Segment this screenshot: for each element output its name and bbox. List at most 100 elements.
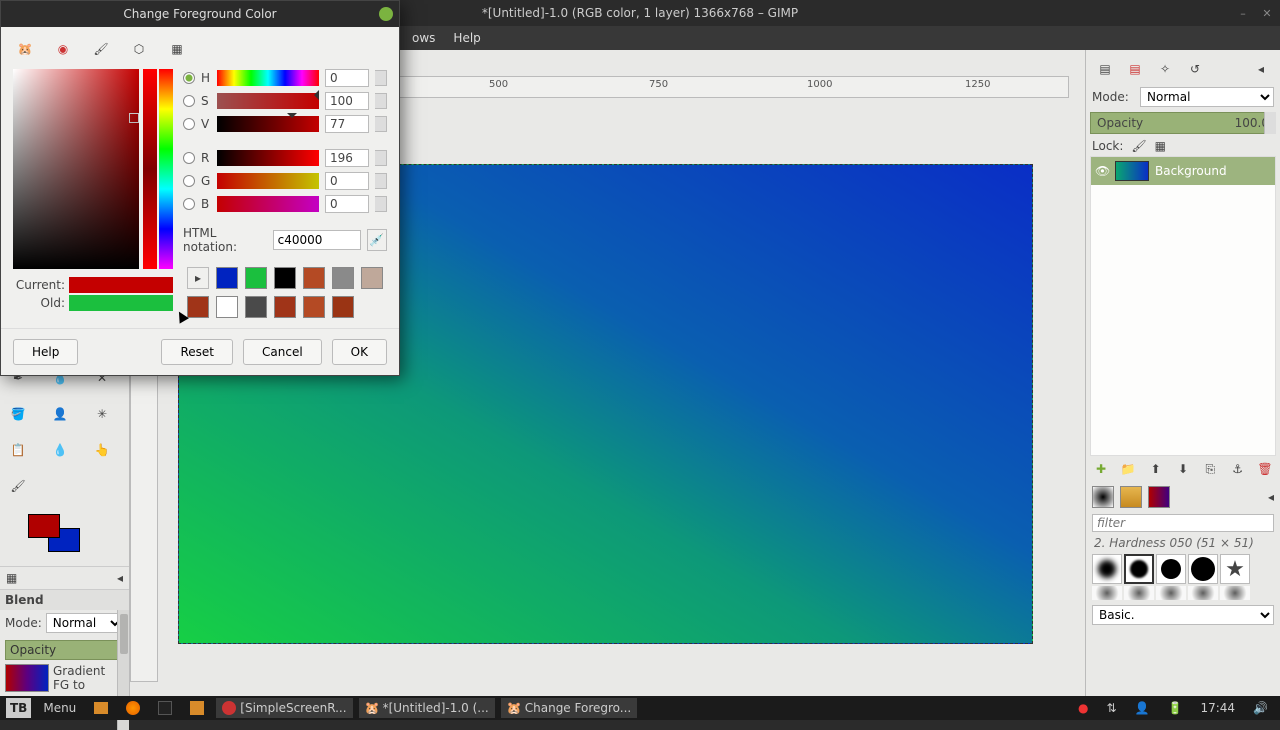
- stamp-tool-icon[interactable]: 👤: [48, 402, 72, 426]
- b-value[interactable]: 0: [325, 195, 369, 213]
- ok-button[interactable]: OK: [332, 339, 387, 365]
- blend-mode-select[interactable]: Normal: [46, 613, 124, 633]
- hue-bar[interactable]: [159, 69, 173, 269]
- brush-smudge-3[interactable]: [1156, 586, 1186, 600]
- g-spinner[interactable]: [375, 173, 387, 189]
- color-swatch-1[interactable]: [245, 267, 267, 289]
- fg-color-swatch[interactable]: [28, 514, 60, 538]
- heal-tool-icon[interactable]: ✳: [90, 402, 114, 426]
- brush-tool-icon[interactable]: 🖌: [6, 474, 30, 498]
- color-swatch-8[interactable]: [245, 296, 267, 318]
- lower-layer-icon[interactable]: ⬇: [1174, 460, 1192, 478]
- color-swatch-0[interactable]: [216, 267, 238, 289]
- brush-soft[interactable]: [1092, 554, 1122, 584]
- smudge-tool-icon[interactable]: 👆: [90, 438, 114, 462]
- taskbar-app-gimp[interactable]: 🐹*[Untitled]-1.0 (...: [359, 698, 495, 718]
- g-slider[interactable]: [217, 173, 319, 189]
- color-swatch-11[interactable]: [332, 296, 354, 318]
- g-value[interactable]: 0: [325, 172, 369, 190]
- patterns-tab-icon[interactable]: [1120, 486, 1142, 508]
- brush-hard-100[interactable]: [1188, 554, 1218, 584]
- palette-selector-icon[interactable]: ▦: [165, 37, 189, 61]
- brush-smudge-2[interactable]: [1124, 586, 1154, 600]
- taskbar-app-colordlg[interactable]: 🐹Change Foregro...: [501, 698, 638, 718]
- wilber-selector-icon[interactable]: 🐹: [13, 37, 37, 61]
- delete-layer-icon[interactable]: 🗑: [1256, 460, 1274, 478]
- tray-network-icon[interactable]: ⇅: [1100, 698, 1122, 718]
- anchor-layer-icon[interactable]: ⚓: [1229, 460, 1247, 478]
- watercolor-selector-icon[interactable]: 🖌: [89, 37, 113, 61]
- lock-alpha-icon[interactable]: ▦: [1155, 139, 1166, 153]
- layer-opacity-slider[interactable]: Opacity 100.0: [1090, 112, 1276, 134]
- s-value[interactable]: 100: [325, 92, 369, 110]
- cmyk-selector-icon[interactable]: ◉: [51, 37, 75, 61]
- v-value[interactable]: 77: [325, 115, 369, 133]
- h-value[interactable]: 0: [325, 69, 369, 87]
- eyedropper-icon[interactable]: 💉: [367, 229, 387, 251]
- b-radio[interactable]: [183, 198, 195, 210]
- color-swatch-2[interactable]: [274, 267, 296, 289]
- r-spinner[interactable]: [375, 150, 387, 166]
- paths-tab-icon[interactable]: ✧: [1154, 58, 1176, 80]
- color-swatch-5[interactable]: [361, 267, 383, 289]
- html-notation-input[interactable]: [273, 230, 361, 250]
- v-slider[interactable]: [217, 116, 319, 132]
- s-radio[interactable]: [183, 95, 195, 107]
- color-swatch-10[interactable]: [303, 296, 325, 318]
- layer-item[interactable]: 👁 Background: [1091, 157, 1275, 185]
- layer-mode-select[interactable]: Normal: [1140, 87, 1274, 107]
- s-spinner[interactable]: [375, 93, 387, 109]
- opacity-spinner[interactable]: [1264, 112, 1276, 134]
- brush-smudge-4[interactable]: [1188, 586, 1218, 600]
- menu-windows[interactable]: ows: [404, 29, 443, 47]
- taskbar-firefox-icon[interactable]: [120, 698, 146, 718]
- r-radio[interactable]: [183, 152, 195, 164]
- old-color[interactable]: [69, 295, 173, 311]
- clone-tool-icon[interactable]: 📋: [6, 438, 30, 462]
- start-menu-button[interactable]: Menu: [37, 698, 82, 718]
- tray-user-icon[interactable]: 👤: [1129, 698, 1156, 718]
- blur-tool-icon[interactable]: 💧: [48, 438, 72, 462]
- new-layer-icon[interactable]: ✚: [1092, 460, 1110, 478]
- visibility-icon[interactable]: 👁: [1095, 164, 1109, 178]
- h-spinner[interactable]: [375, 70, 387, 86]
- brush-hard-075[interactable]: [1156, 554, 1186, 584]
- tray-battery-icon[interactable]: 🔋: [1162, 698, 1189, 718]
- brushes-tab-icon[interactable]: [1092, 486, 1114, 508]
- gradients-tab-icon[interactable]: [1148, 486, 1170, 508]
- color-swatch-6[interactable]: [187, 296, 209, 318]
- brush-filter-input[interactable]: [1092, 514, 1274, 532]
- taskbar-files-icon[interactable]: [88, 698, 114, 718]
- tray-record-icon[interactable]: ●: [1072, 698, 1094, 718]
- blend-opacity-slider[interactable]: Opacity: [5, 640, 124, 660]
- brush-preset-select[interactable]: Basic.: [1092, 605, 1274, 625]
- dock-menu-icon[interactable]: ◂: [1250, 58, 1272, 80]
- taskbar-folder-icon[interactable]: [184, 698, 210, 718]
- color-swatch-3[interactable]: [303, 267, 325, 289]
- h-radio[interactable]: [183, 72, 195, 84]
- r-slider[interactable]: [217, 150, 319, 166]
- lock-pixels-icon[interactable]: 🖌: [1131, 139, 1146, 153]
- wheel-selector-icon[interactable]: ⬡: [127, 37, 151, 61]
- gradient-preview[interactable]: [5, 664, 49, 692]
- brush-hard-050[interactable]: [1124, 554, 1154, 584]
- taskbar-terminal-icon[interactable]: [152, 698, 178, 718]
- r-value[interactable]: 196: [325, 149, 369, 167]
- minimize-icon[interactable]: –: [1236, 6, 1250, 20]
- tray-clock[interactable]: 17:44: [1194, 698, 1241, 718]
- reset-button[interactable]: Reset: [161, 339, 233, 365]
- menu-help[interactable]: Help: [445, 29, 488, 47]
- color-field[interactable]: [13, 69, 139, 269]
- layer-list[interactable]: 👁 Background: [1090, 156, 1276, 456]
- h-slider[interactable]: [217, 70, 319, 86]
- color-swatch-4[interactable]: [332, 267, 354, 289]
- brush-star[interactable]: ★: [1220, 554, 1250, 584]
- layer-group-icon[interactable]: 📁: [1119, 460, 1137, 478]
- swatch-history-expand[interactable]: ▸: [187, 267, 209, 289]
- brush-smudge-5[interactable]: [1220, 586, 1250, 600]
- b-slider[interactable]: [217, 196, 319, 212]
- undo-tab-icon[interactable]: ↺: [1184, 58, 1206, 80]
- color-swatch-9[interactable]: [274, 296, 296, 318]
- tray-volume-icon[interactable]: 🔊: [1247, 698, 1274, 718]
- cancel-button[interactable]: Cancel: [243, 339, 322, 365]
